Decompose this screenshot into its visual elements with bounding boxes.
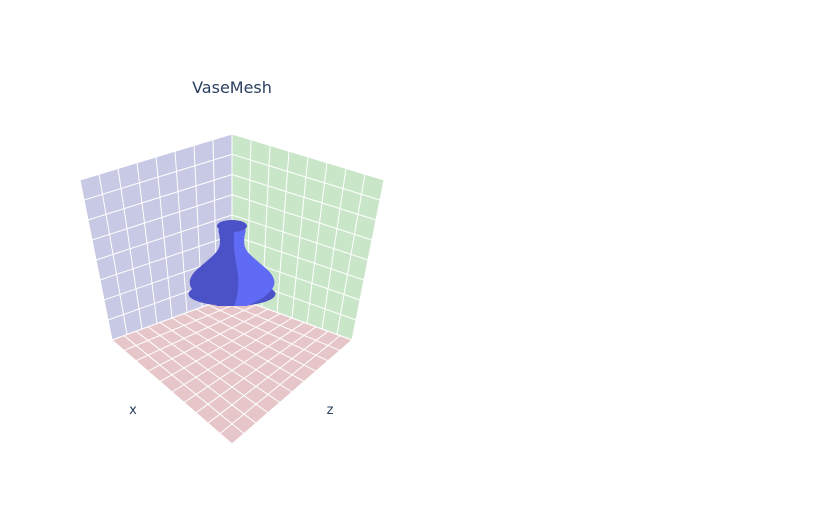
x-axis-title: x	[129, 403, 137, 418]
vase-rim	[216, 220, 248, 232]
z-axis-title: z	[326, 403, 334, 418]
plot-root: VaseMesh x z	[0, 0, 836, 525]
scene-3d[interactable]	[0, 0, 836, 525]
